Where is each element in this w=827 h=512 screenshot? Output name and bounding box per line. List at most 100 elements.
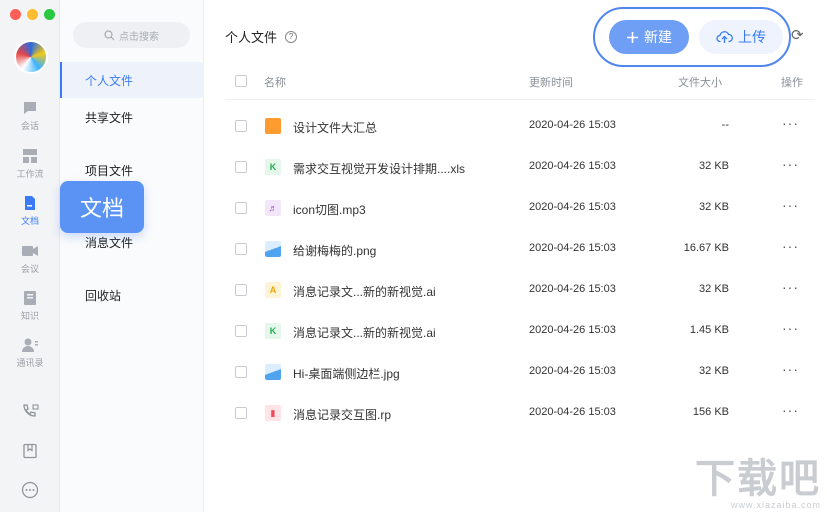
rail-item-workflow[interactable]: 工作流 xyxy=(0,148,60,180)
row-checkbox[interactable] xyxy=(235,366,247,378)
file-name[interactable]: Hi-桌面端侧边栏.jpg xyxy=(293,365,400,382)
new-button-label: 新建 xyxy=(644,29,672,45)
action-button-group: 新建 上传 xyxy=(593,7,791,67)
rail-item-chat[interactable]: 会话 xyxy=(0,100,60,132)
table-row[interactable]: 设计文件大汇总 2020-04-26 15:03 -- ··· xyxy=(225,106,815,147)
rp-icon: ▮ xyxy=(265,405,281,421)
sidebar-item-shared-files[interactable]: 共享文件 xyxy=(60,99,204,135)
bookmark-icon xyxy=(23,443,37,459)
file-name[interactable]: 需求交互视觉开发设计排期....xls xyxy=(293,160,465,177)
cloud-upload-icon xyxy=(716,31,733,43)
excel-icon: K xyxy=(265,323,281,339)
rail-item-contacts[interactable]: 通讯录 xyxy=(0,337,60,369)
image-icon xyxy=(265,364,281,380)
rail-item-documents[interactable]: 文档 xyxy=(0,195,60,227)
more-actions-icon[interactable]: ··· xyxy=(782,197,799,213)
knowledge-icon xyxy=(24,291,36,305)
more-actions-icon[interactable]: ··· xyxy=(782,402,799,418)
sidebar-item-label: 回收站 xyxy=(85,288,122,303)
file-size: -- xyxy=(721,119,729,131)
select-all-checkbox[interactable] xyxy=(235,75,247,87)
more-actions-icon[interactable]: ··· xyxy=(782,238,799,254)
contacts-icon xyxy=(22,338,38,352)
table-row[interactable]: K 消息记录文...新的新视觉.ai 2020-04-26 15:03 1.45… xyxy=(225,311,815,352)
more-actions-icon[interactable]: ··· xyxy=(782,279,799,295)
avatar[interactable] xyxy=(14,40,48,74)
page-title: 个人文件 ? xyxy=(225,27,298,46)
sidebar-item-label: 项目文件 xyxy=(85,163,134,178)
new-button[interactable]: 新建 xyxy=(609,20,689,54)
table-row[interactable]: Hi-桌面端侧边栏.jpg 2020-04-26 15:03 32 KB ··· xyxy=(225,352,815,393)
rail-item-phone[interactable] xyxy=(0,403,60,419)
sidebar-item-recycle-bin[interactable]: 回收站 xyxy=(60,277,204,313)
image-icon xyxy=(265,241,281,257)
watermark-text: 下载吧 xyxy=(695,457,821,501)
row-checkbox[interactable] xyxy=(235,325,247,337)
folder-icon xyxy=(265,118,281,134)
documents-tooltip: 文档 xyxy=(60,181,144,233)
table-row[interactable]: ▮ 消息记录交互图.rp 2020-04-26 15:03 156 KB ··· xyxy=(225,393,815,434)
row-checkbox[interactable] xyxy=(235,284,247,296)
minimize-window-button[interactable] xyxy=(27,9,38,20)
table-row[interactable]: ♬ icon切图.mp3 2020-04-26 15:03 32 KB ··· xyxy=(225,188,815,229)
sidebar-item-label: 共享文件 xyxy=(85,110,134,125)
document-icon xyxy=(25,196,35,210)
table-row[interactable]: 给谢梅梅的.png 2020-04-26 15:03 16.67 KB ··· xyxy=(225,229,815,270)
file-updated: 2020-04-26 15:03 xyxy=(529,365,616,377)
more-actions-icon[interactable]: ··· xyxy=(782,320,799,336)
file-updated: 2020-04-26 15:03 xyxy=(529,406,616,418)
file-name[interactable]: 设计文件大汇总 xyxy=(293,119,377,136)
file-size: 32 KB xyxy=(699,201,729,213)
file-name[interactable]: 消息记录文...新的新视觉.ai xyxy=(293,324,436,341)
table-row[interactable]: A 消息记录文...新的新视觉.ai 2020-04-26 15:03 32 K… xyxy=(225,270,815,311)
row-checkbox[interactable] xyxy=(235,407,247,419)
rail-item-more[interactable] xyxy=(0,481,60,499)
file-name[interactable]: 消息记录交互图.rp xyxy=(293,406,391,423)
rail-item-meeting[interactable]: 会议 xyxy=(0,243,60,275)
more-actions-icon[interactable]: ··· xyxy=(782,115,799,131)
app-rail: 会话 工作流 文档 会议 知识 通讯录 xyxy=(0,0,60,512)
refresh-icon[interactable]: ⟳ xyxy=(791,26,804,44)
file-size: 16.67 KB xyxy=(683,242,729,254)
more-actions-icon[interactable]: ··· xyxy=(782,361,799,377)
close-window-button[interactable] xyxy=(10,9,21,20)
search-icon xyxy=(104,29,115,40)
column-actions: 操作 xyxy=(781,77,803,89)
watermark-url: www.xiazaiba.com xyxy=(730,500,821,510)
column-name[interactable]: 名称 xyxy=(264,74,286,90)
file-size: 32 KB xyxy=(699,160,729,172)
maximize-window-button[interactable] xyxy=(44,9,55,20)
table-row[interactable]: K 需求交互视觉开发设计排期....xls 2020-04-26 15:03 3… xyxy=(225,147,815,188)
upload-button-label: 上传 xyxy=(738,29,766,45)
watermark-logo: 下载吧 www.xiazaiba.com xyxy=(695,458,821,510)
phone-icon xyxy=(23,404,39,417)
file-size: 32 KB xyxy=(699,283,729,295)
sidebar-item-personal-files[interactable]: 个人文件 xyxy=(60,62,204,98)
row-checkbox[interactable] xyxy=(235,120,247,132)
help-icon[interactable]: ? xyxy=(285,30,298,43)
page-title-text: 个人文件 xyxy=(225,30,278,45)
row-checkbox[interactable] xyxy=(235,161,247,173)
table-header: 名称 更新时间 文件大小 操作 xyxy=(225,64,815,100)
rail-item-knowledge[interactable]: 知识 xyxy=(0,290,60,322)
column-size[interactable]: 文件大小 xyxy=(678,74,722,90)
rail-item-bookmark[interactable] xyxy=(0,443,60,459)
row-checkbox[interactable] xyxy=(235,243,247,255)
file-size: 156 KB xyxy=(692,406,729,418)
file-updated: 2020-04-26 15:03 xyxy=(529,242,616,254)
upload-button[interactable]: 上传 xyxy=(699,20,783,54)
file-name[interactable]: 给谢梅梅的.png xyxy=(293,242,376,259)
column-updated[interactable]: 更新时间 xyxy=(529,74,573,90)
row-checkbox[interactable] xyxy=(235,202,247,214)
file-size: 1.45 KB xyxy=(689,324,729,336)
meeting-icon xyxy=(22,246,38,256)
file-name[interactable]: 消息记录文...新的新视觉.ai xyxy=(293,283,436,300)
sidebar-item-label: 消息文件 xyxy=(85,235,134,250)
more-actions-icon[interactable]: ··· xyxy=(782,156,799,172)
main-panel: 个人文件 ? 新建 上传 ⟳ 名称 更新时间 文件大小 操作 设计文件大汇总 2… xyxy=(205,0,827,512)
search-placeholder: 点击搜索 xyxy=(119,31,159,43)
tooltip-label: 文档 xyxy=(79,196,124,221)
search-input[interactable]: 点击搜索 xyxy=(73,22,190,48)
file-updated: 2020-04-26 15:03 xyxy=(529,324,616,336)
file-name[interactable]: icon切图.mp3 xyxy=(293,201,366,218)
